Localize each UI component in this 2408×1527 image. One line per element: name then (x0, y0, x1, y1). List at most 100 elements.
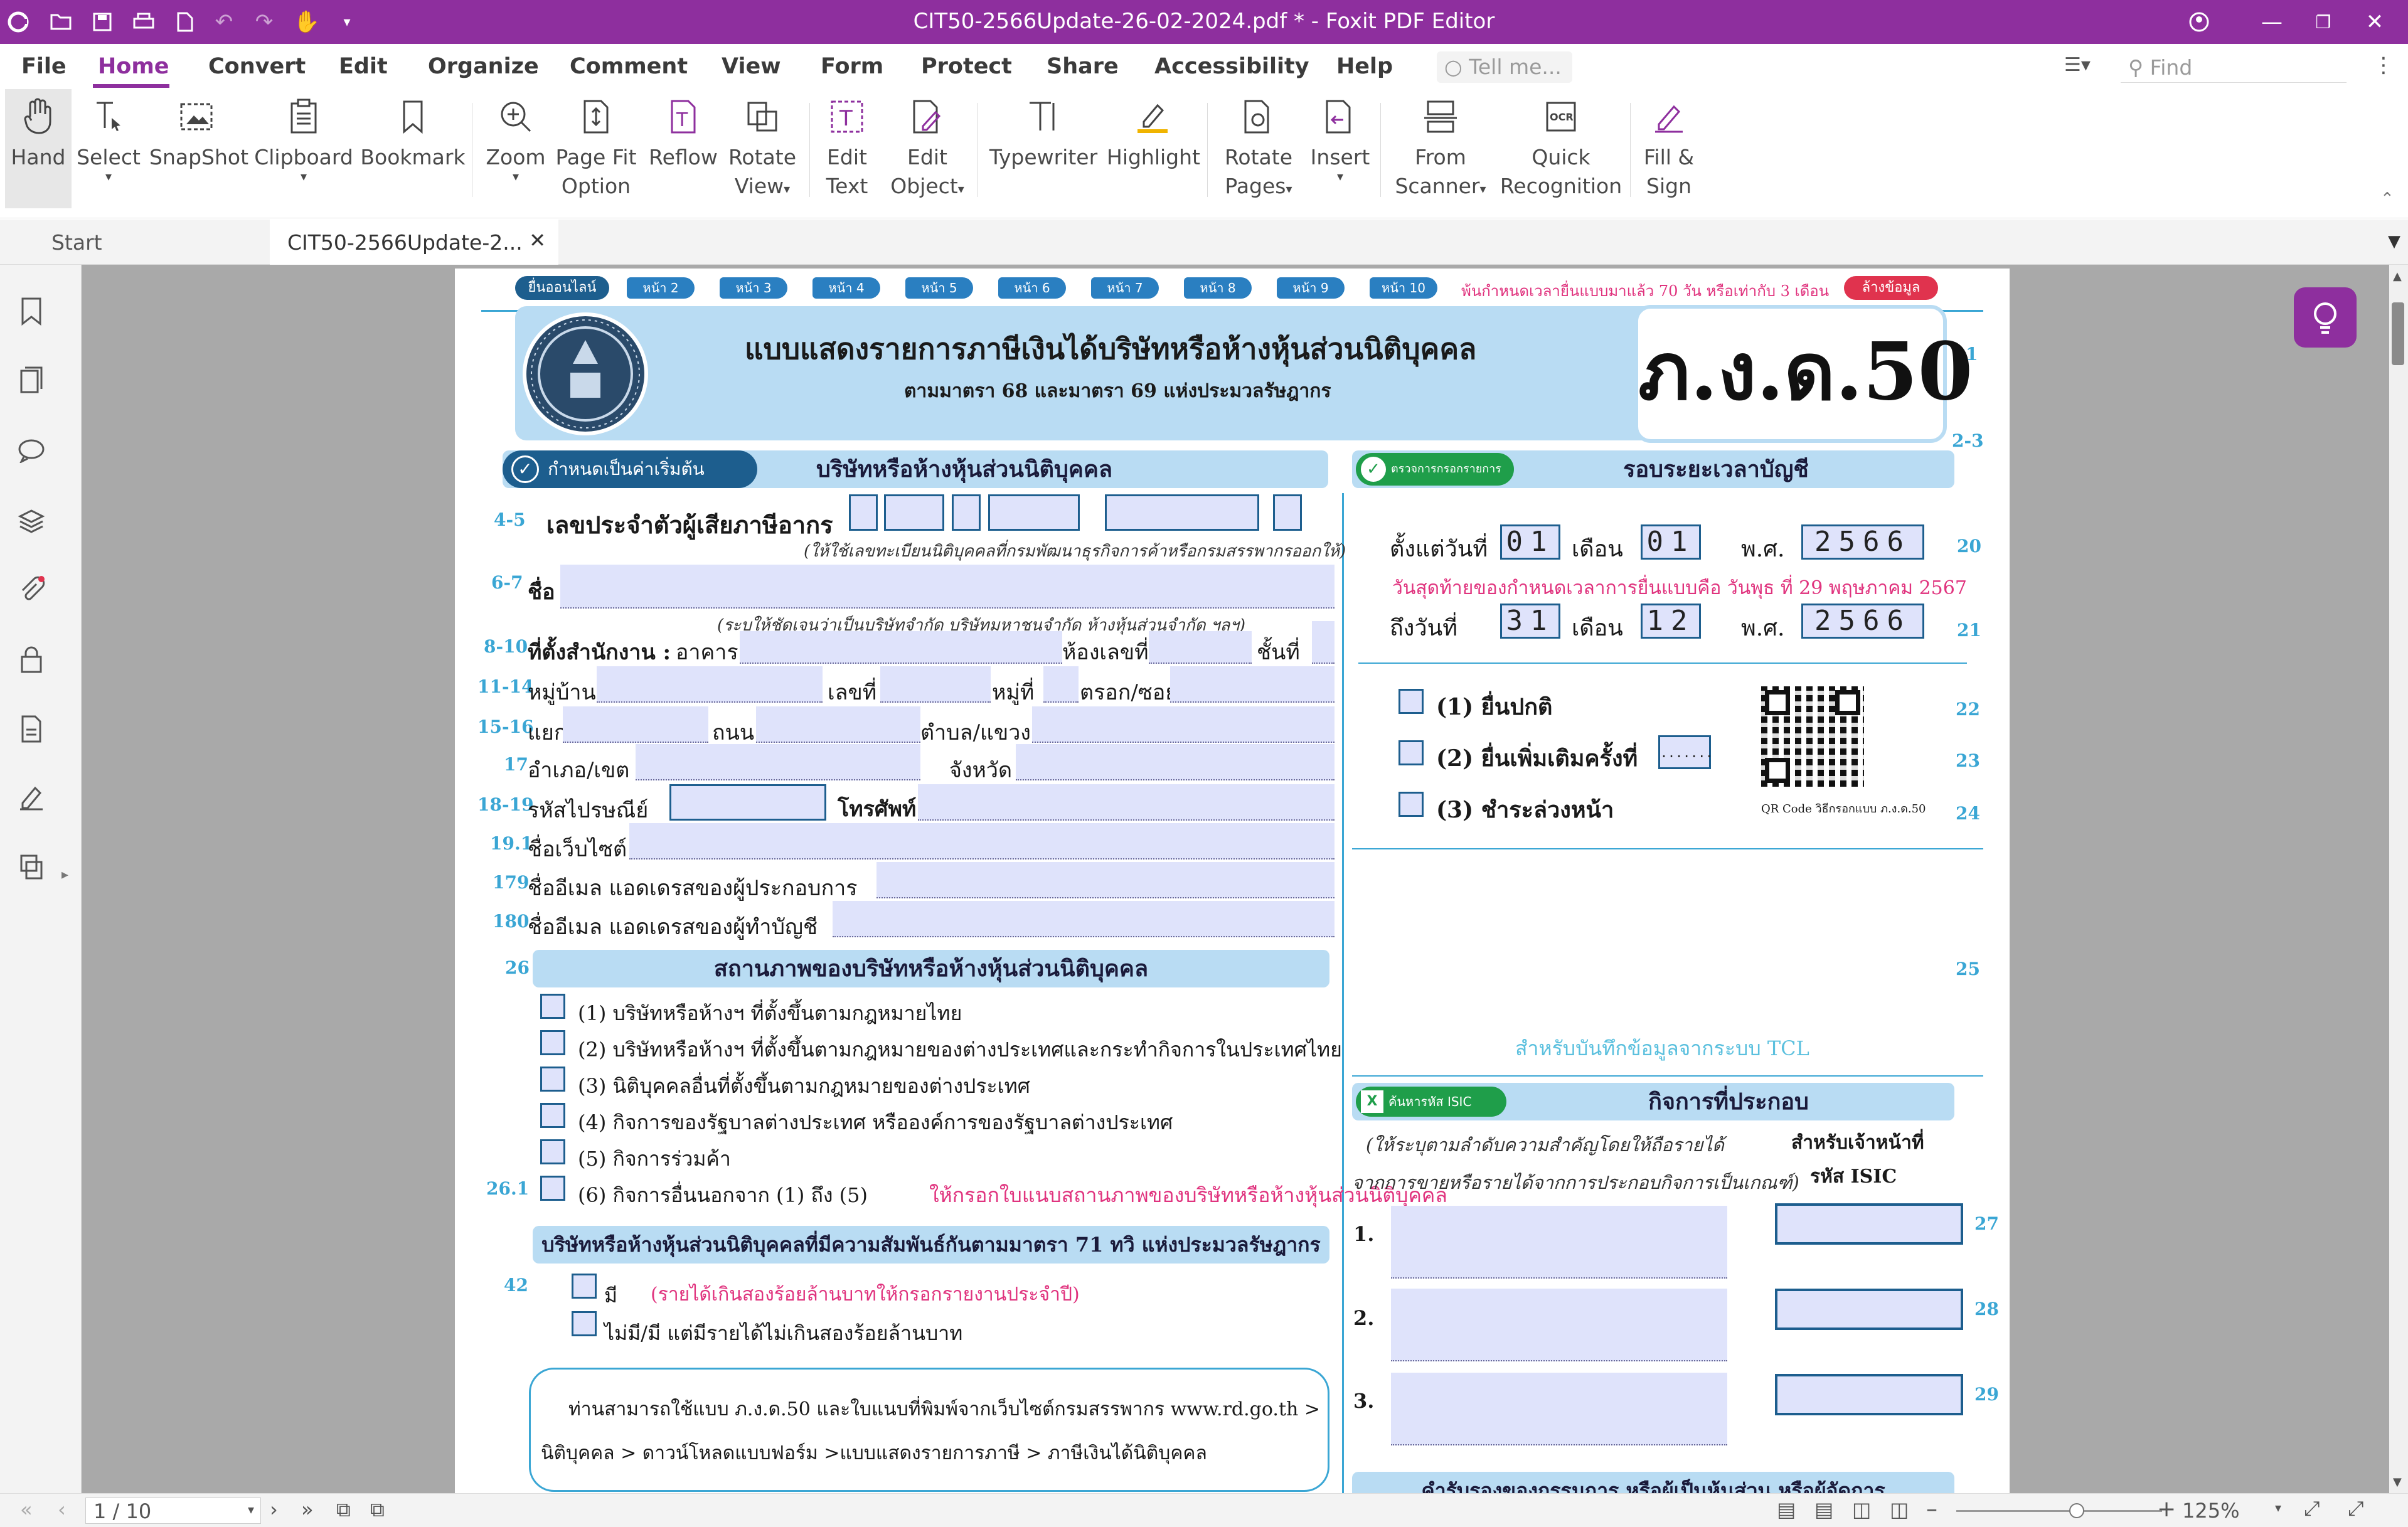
signature-panel-icon[interactable] (14, 780, 49, 816)
security-panel-icon[interactable] (14, 642, 49, 678)
isic-search-button[interactable]: X ค้นหารหัส ISIC (1356, 1087, 1506, 1117)
previous-page-icon[interactable]: ‹ (58, 1498, 66, 1521)
email-accountant-field[interactable] (833, 901, 1335, 937)
isic-code-field-2[interactable] (1775, 1289, 1963, 1330)
more-menu-icon[interactable]: ⋮ (2373, 53, 2394, 78)
nav-page-5[interactable]: หน้า 5 (905, 277, 973, 299)
collapse-ribbon-icon[interactable]: ⌃ (2380, 189, 2394, 208)
ai-assistant-icon[interactable] (2294, 287, 2357, 348)
continuous-facing-view-icon[interactable]: ◫ (1890, 1498, 1909, 1521)
reflow-button[interactable]: T Reflow (646, 89, 720, 208)
restore-icon[interactable]: ❐ (2309, 8, 2338, 36)
typewriter-button[interactable]: Typewriter (985, 89, 1102, 208)
business-field-1[interactable] (1391, 1206, 1727, 1279)
house-no-field[interactable] (880, 666, 991, 703)
soi-field[interactable] (1170, 666, 1335, 703)
district-field[interactable] (636, 744, 920, 780)
last-page-icon[interactable]: » (301, 1498, 314, 1521)
next-view-icon[interactable]: ⧉ (370, 1498, 385, 1522)
tax-id-input[interactable] (849, 494, 1338, 532)
search-options-icon[interactable]: ☰▾ (2064, 54, 2091, 76)
bookmark-button[interactable]: Bookmark (360, 89, 466, 208)
select-button[interactable]: Select ▾ (77, 89, 141, 208)
close-window-icon[interactable]: ✕ (2360, 8, 2389, 36)
status-checkbox-3[interactable] (540, 1067, 565, 1092)
tab-list-dropdown-icon[interactable]: ▼ (2388, 232, 2400, 251)
filing-additional-checkbox[interactable] (1398, 740, 1424, 765)
facing-view-icon[interactable]: ◫ (1852, 1498, 1871, 1521)
related-no-checkbox[interactable] (572, 1311, 597, 1336)
menu-file[interactable]: File (21, 54, 67, 79)
menu-form[interactable]: Form (821, 54, 883, 79)
menu-protect[interactable]: Protect (921, 54, 1012, 79)
find-input[interactable]: ⚲ Find (2121, 51, 2347, 83)
insert-button[interactable]: Insert ▾ (1308, 89, 1373, 208)
isic-code-field-1[interactable] (1775, 1203, 1963, 1245)
edit-object-button[interactable]: Edit Object▾ (883, 89, 971, 208)
rotate-view-button[interactable]: Rotate View▾ (723, 89, 802, 208)
online-submit-button[interactable]: ยื่นออนไลน์ (515, 276, 609, 300)
single-page-view-icon[interactable]: ▤ (1777, 1498, 1796, 1521)
fill-sign-button[interactable]: Fill & Sign (1638, 89, 1700, 208)
highlight-button[interactable]: Highlight (1107, 89, 1200, 208)
clear-data-button[interactable]: ล้างข้อมูล (1844, 276, 1938, 300)
province-field[interactable] (1016, 744, 1335, 780)
nav-page-4[interactable]: หน้า 4 (812, 277, 880, 299)
document-viewer[interactable]: ยื่นออนไลน์ หน้า 2 หน้า 3 หน้า 4 หน้า 5 … (82, 265, 2389, 1493)
next-page-icon[interactable]: › (270, 1498, 278, 1521)
scroll-down-icon[interactable]: ▼ (2393, 1476, 2402, 1489)
hand-button[interactable]: Hand (5, 89, 72, 208)
start-year-field[interactable]: 2566 (1801, 524, 1924, 560)
subdistrict-field[interactable] (1032, 706, 1335, 743)
phone-field[interactable] (918, 784, 1335, 821)
zoom-dropdown-icon[interactable]: ▾ (2275, 1500, 2281, 1515)
scroll-up-icon[interactable]: ▲ (2393, 270, 2402, 283)
quick-recognition-button[interactable]: OCR Quick Recognition (1498, 89, 1624, 208)
layers-panel-icon[interactable] (14, 503, 49, 538)
room-field[interactable] (1149, 631, 1252, 664)
isic-code-field-3[interactable] (1775, 1374, 1963, 1415)
fullscreen-icon[interactable]: ⤢ (2348, 1496, 2364, 1521)
continuous-view-icon[interactable]: ▤ (1814, 1498, 1833, 1521)
zoom-in-icon[interactable]: + (2157, 1496, 2176, 1522)
menu-view[interactable]: View (722, 54, 781, 79)
nav-page-7[interactable]: หน้า 7 (1091, 277, 1159, 299)
menu-home[interactable]: Home (98, 54, 169, 79)
attachments-panel-icon[interactable] (14, 572, 49, 607)
expand-sidebar-icon[interactable]: ▸ (61, 867, 68, 883)
menu-organize[interactable]: Organize (428, 54, 539, 79)
snapshot-button[interactable]: SnapShot (149, 89, 248, 208)
zoom-slider[interactable] (1956, 1503, 2162, 1518)
nav-page-10[interactable]: หน้า 10 (1370, 277, 1437, 299)
status-checkbox-6[interactable] (540, 1176, 565, 1201)
postcode-field[interactable] (669, 784, 826, 821)
business-field-2[interactable] (1391, 1289, 1727, 1361)
tab-document[interactable]: CIT50-2566Update-2... ✕ (270, 220, 558, 265)
content-panel-icon[interactable] (14, 711, 49, 747)
zoom-level[interactable]: 125% (2182, 1499, 2239, 1523)
floor-field[interactable] (1312, 621, 1335, 664)
scrollbar-thumb[interactable] (2392, 302, 2404, 365)
status-checkbox-4[interactable] (540, 1103, 565, 1128)
page-dropdown-icon[interactable]: ▾ (248, 1502, 254, 1517)
zoom-button[interactable]: Zoom ▾ (479, 89, 552, 208)
start-day-field[interactable]: 01 (1500, 524, 1560, 560)
nav-page-2[interactable]: หน้า 2 (627, 277, 695, 299)
tell-me-search[interactable]: ○ Tell me... (1437, 51, 1572, 83)
menu-accessibility[interactable]: Accessibility (1154, 54, 1309, 79)
comments-panel-icon[interactable] (14, 433, 49, 468)
nav-page-8[interactable]: หน้า 8 (1184, 277, 1252, 299)
nav-page-3[interactable]: หน้า 3 (720, 277, 787, 299)
moo-field[interactable] (1043, 666, 1079, 703)
destinations-panel-icon[interactable] (14, 849, 49, 885)
zoom-out-icon[interactable]: – (1926, 1496, 1937, 1522)
status-checkbox-1[interactable] (540, 994, 565, 1019)
business-field-3[interactable] (1391, 1373, 1727, 1445)
menu-comment[interactable]: Comment (570, 54, 688, 79)
fit-page-icon[interactable]: ⤢ (2304, 1496, 2320, 1521)
email-operator-field[interactable] (876, 862, 1335, 898)
end-month-field[interactable]: 12 (1641, 604, 1701, 639)
bookmarks-panel-icon[interactable] (14, 294, 49, 329)
check-entries-button[interactable]: ✓ ตรวจการกรอกรายการ (1356, 453, 1514, 486)
page-number-input[interactable]: 1 / 10 ▾ (85, 1498, 261, 1524)
